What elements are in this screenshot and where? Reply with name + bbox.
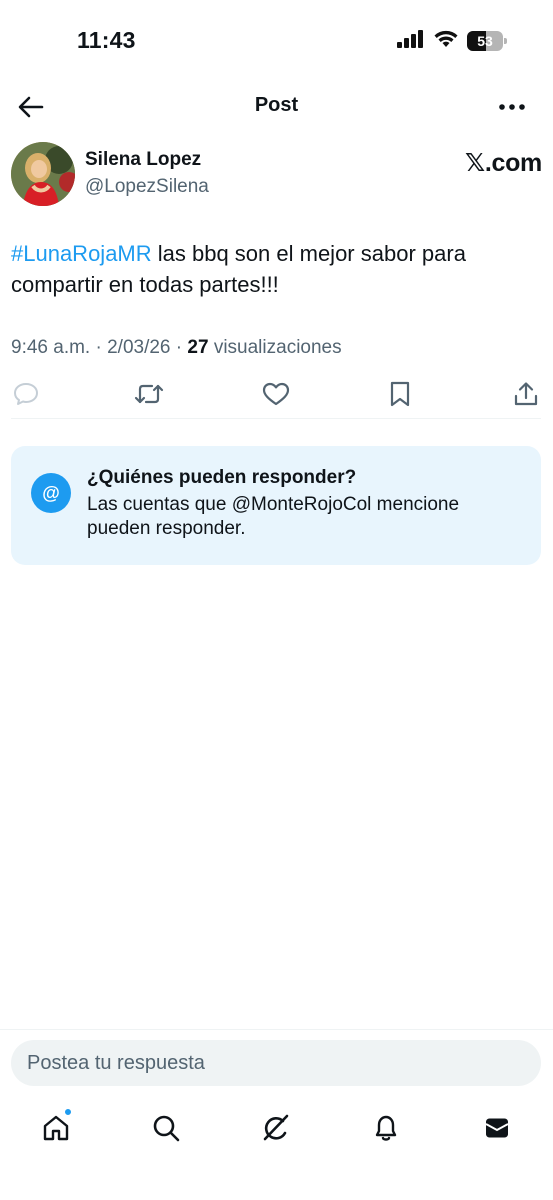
post-meta: 9:46 a.m. · 2/03/26 · 27 visualizaciones (11, 337, 342, 359)
post-author: Silena Lopez @LopezSilena 𝕏.com (11, 142, 542, 208)
more-options-button[interactable] (495, 92, 529, 122)
views-label[interactable]: visualizaciones (209, 337, 342, 358)
repost-icon (134, 384, 164, 404)
author-handle[interactable]: @LopezSilena (85, 176, 209, 198)
meta-separator: · (90, 337, 108, 358)
post-text: #LunaRojaMR las bbq son el mejor sabor p… (11, 238, 541, 300)
share-button[interactable] (511, 378, 541, 410)
avatar[interactable] (11, 142, 75, 206)
notice-body: Las cuentas que @MonteRojoCol mencione p… (87, 494, 460, 539)
grok-icon (263, 1114, 289, 1141)
x-logo: 𝕏.com (465, 149, 542, 177)
reply-icon (14, 383, 38, 405)
meta-separator: · (170, 337, 188, 358)
tab-search[interactable] (146, 1108, 186, 1148)
notifications-icon (375, 1115, 397, 1141)
page-title: Post (254, 94, 299, 116)
post-actions (11, 378, 541, 412)
wifi-icon (433, 29, 459, 53)
divider (0, 1029, 553, 1030)
search-icon (153, 1115, 180, 1142)
reply-restriction-notice: @ ¿Quiénes pueden responder? Las cuentas… (11, 446, 541, 565)
cellular-signal-icon (397, 29, 425, 53)
tab-notifications[interactable] (366, 1108, 406, 1148)
battery-icon: 53 (467, 31, 507, 51)
bottom-tab-bar (0, 1100, 553, 1156)
mention-icon: @ (31, 473, 71, 513)
notice-title: ¿Quiénes pueden responder? (87, 467, 357, 488)
tab-home[interactable] (36, 1108, 76, 1148)
bookmark-button[interactable] (385, 378, 415, 410)
repost-button[interactable] (134, 378, 164, 410)
status-icons: 53 (397, 29, 507, 53)
author-name[interactable]: Silena Lopez (85, 149, 201, 171)
reply-input[interactable] (11, 1040, 541, 1086)
home-icon (43, 1115, 69, 1141)
views-count[interactable]: 27 (187, 337, 208, 358)
battery-level: 53 (477, 33, 493, 49)
status-bar: 11:43 53 (0, 0, 553, 80)
messages-icon (485, 1118, 509, 1138)
notification-dot (64, 1108, 72, 1116)
post-date: 2/03/26 (107, 337, 171, 358)
more-dots-icon (499, 104, 525, 110)
reply-button[interactable] (11, 378, 41, 410)
hashtag-link[interactable]: #LunaRojaMR (11, 241, 152, 266)
like-button[interactable] (261, 378, 291, 410)
bookmark-icon (390, 381, 410, 407)
divider (11, 418, 541, 419)
share-icon (514, 382, 538, 406)
nav-bar: Post (0, 80, 553, 132)
heart-icon (262, 382, 290, 406)
post-time: 9:46 a.m. (11, 337, 91, 358)
tab-grok[interactable] (256, 1108, 296, 1148)
tab-messages[interactable] (477, 1108, 517, 1148)
status-time: 11:43 (77, 27, 136, 53)
